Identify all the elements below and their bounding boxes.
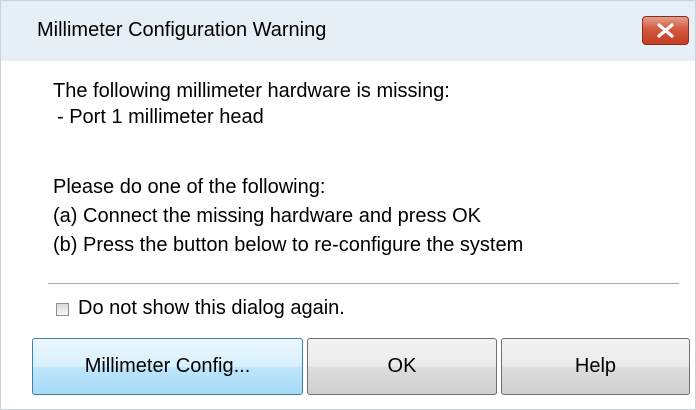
title-bar[interactable]: Millimeter Configuration Warning [1,1,695,61]
millimeter-config-button[interactable]: Millimeter Config... [32,338,303,395]
close-icon [657,23,674,38]
close-button[interactable] [642,16,689,45]
message-line-missing-item: - Port 1 millimeter head [57,106,264,128]
do-not-show-checkbox-label[interactable]: Do not show this dialog again. [78,297,345,320]
message-line-option-a: (a) Connect the missing hardware and pre… [53,205,481,227]
do-not-show-checkbox[interactable] [56,303,69,316]
window-title: Millimeter Configuration Warning [37,19,327,41]
message-line-missing-hardware: The following millimeter hardware is mis… [53,80,450,102]
dialog-window: Millimeter Configuration Warning The fol… [0,0,696,410]
help-button[interactable]: Help [501,338,690,395]
divider [48,283,679,284]
message-line-instructions: Please do one of the following: [53,176,326,198]
ok-button[interactable]: OK [307,338,497,395]
message-line-option-b: (b) Press the button below to re-configu… [53,234,524,256]
